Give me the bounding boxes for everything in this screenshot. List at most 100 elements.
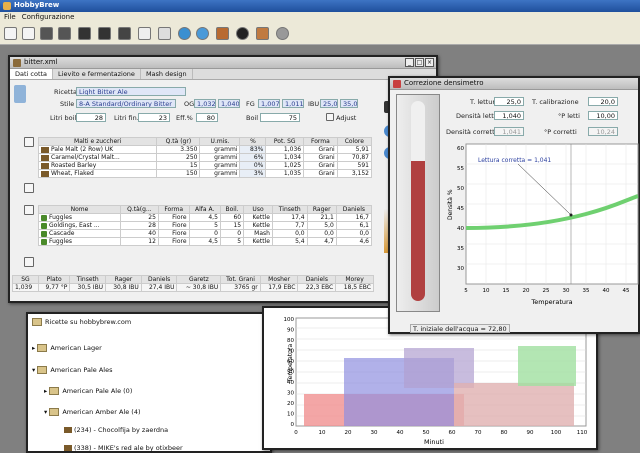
table-cell: Goldings, East ... xyxy=(38,221,121,230)
column-header[interactable]: Tot. Grani xyxy=(220,275,261,284)
table-row[interactable]: 1,039 9,77 °P 30,5 IBU 30,8 IBU 27,4 IBU ~ 30… xyxy=(12,283,374,292)
chart-icon[interactable] xyxy=(138,27,151,40)
dens-read-field[interactable]: 1,040 xyxy=(494,111,524,120)
column-header[interactable]: Nome xyxy=(38,205,121,214)
maximize-button[interactable]: □ xyxy=(415,58,424,67)
column-header[interactable]: Boil. xyxy=(219,205,245,214)
column-header[interactable]: Uso xyxy=(243,205,273,214)
kettle-icon[interactable] xyxy=(118,27,131,40)
hydro-xlabel: Temperatura xyxy=(530,298,572,306)
p-read-field[interactable]: 10,00 xyxy=(588,111,618,120)
table-cell: 12 xyxy=(119,237,159,246)
table-cell: 70,87 xyxy=(336,153,373,162)
table-row[interactable]: Pale Malt (2 Row) UK 3.350 grammi 83% 1,036 G… xyxy=(37,145,373,154)
grain-icon[interactable] xyxy=(216,27,229,40)
tree-item[interactable]: ▾ American Amber Ale (4) xyxy=(44,408,141,416)
column-header[interactable]: Rager xyxy=(306,205,337,214)
column-header[interactable]: Malti e zuccheri xyxy=(37,137,158,146)
tab-brew-data[interactable]: Dati cotta xyxy=(10,69,54,79)
app-title: HobbyBrew xyxy=(14,1,60,9)
column-header[interactable]: Daniels xyxy=(297,275,337,284)
column-header[interactable]: Tinseth xyxy=(271,205,308,214)
efficiency-label: Eff.% xyxy=(176,114,193,122)
liter-boil-field[interactable]: 28 xyxy=(76,113,106,122)
table-row[interactable]: Fuggles 25 Fiore 4,5 60 Kettle 17,4 21,1 16,7 xyxy=(38,213,373,222)
tree-item[interactable]: (234) - Chocolfija by zaerdna xyxy=(64,426,168,434)
boil-field[interactable]: 75 xyxy=(260,113,300,122)
column-header[interactable]: % xyxy=(239,137,267,146)
minimize-button[interactable]: _ xyxy=(405,58,414,67)
column-header[interactable]: Mosher xyxy=(259,275,299,284)
column-header[interactable]: Forma xyxy=(303,137,338,146)
delete-malt-icon[interactable] xyxy=(24,183,34,193)
t-cal-field[interactable]: 20,0 xyxy=(588,97,618,106)
table-cell: 4,5 xyxy=(188,213,221,222)
column-header[interactable]: Daniels xyxy=(140,275,178,284)
add-hop-button[interactable] xyxy=(24,205,34,215)
table-row[interactable]: Cascade 40 Fiore 0 0 Mash 0,0 0,0 0,0 xyxy=(38,229,373,238)
help-icon[interactable] xyxy=(276,27,289,40)
summary-table: SG Plato Tinseth Rager Daniels Garetz Tot. Gra… xyxy=(12,275,374,292)
table-cell: 21,1 xyxy=(306,213,337,222)
p-read-label: °P letti xyxy=(558,112,580,120)
recipe-label: Ricetta xyxy=(54,88,77,96)
tree-item[interactable]: ▾ American Pale Ales xyxy=(32,366,112,374)
style-field[interactable]: 8-A Standard/Ordinary Bitter xyxy=(76,99,176,108)
globe-icon[interactable] xyxy=(196,27,209,40)
t-read-field[interactable]: 25,0 xyxy=(494,97,524,106)
tab-yeast[interactable]: Lievito e fermentazione xyxy=(53,69,141,79)
print-icon[interactable] xyxy=(78,27,91,40)
column-header[interactable]: Colore xyxy=(336,137,373,146)
column-header[interactable]: Q.tà (gr) xyxy=(156,137,201,146)
table-row[interactable]: Caramel/Crystal Malt... 250 grammi 6% 1,034 G… xyxy=(37,153,373,162)
column-header[interactable]: Rager xyxy=(105,275,142,284)
column-header[interactable]: Tinseth xyxy=(69,275,107,284)
table-row[interactable]: Goldings, East ... 28 Fiore 5 15 Kettle 7,7 5,0… xyxy=(38,221,373,230)
menu-file[interactable]: File xyxy=(4,13,16,21)
delete-hop-icon[interactable] xyxy=(24,257,34,267)
og-label: OG xyxy=(184,100,195,108)
save-icon[interactable] xyxy=(40,27,53,40)
hydrometer-window-title: Correzione densimetro xyxy=(390,78,638,90)
table-row[interactable]: Wheat, Flaked 150 grammi 3% 1,035 Grani 3,152 xyxy=(37,169,373,178)
liters-field[interactable]: 23 xyxy=(138,113,170,122)
search-icon[interactable] xyxy=(178,27,191,40)
malt-table[interactable]: Malti e zuccheri Q.tà (gr) U.mis.% Pot. SG F… xyxy=(37,137,373,178)
column-header[interactable]: SG xyxy=(12,275,39,284)
table-row[interactable]: Fuggles 12 Fiore 4,5 5 Kettle 5,4 4,7 4,6 xyxy=(38,237,373,246)
efficiency-field[interactable]: 80 xyxy=(196,113,218,122)
column-header[interactable]: Plato xyxy=(37,275,71,284)
adjust-checkbox[interactable] xyxy=(326,113,334,121)
column-header[interactable]: Garetz xyxy=(176,275,222,284)
tree-item[interactable]: ▸ American Lager xyxy=(32,344,102,352)
table-cell: 17,4 xyxy=(271,213,308,222)
column-header[interactable]: Morey xyxy=(335,275,374,284)
table-row[interactable]: Roasted Barley 15 grammi 0% 1,025 Grani 591 xyxy=(37,161,373,170)
p-corr-label: °P corretti xyxy=(544,128,577,136)
column-header[interactable]: Daniels xyxy=(335,205,373,214)
tick-label: 20 xyxy=(287,401,294,407)
column-header[interactable]: U.mis. xyxy=(199,137,241,146)
hop-table[interactable]: Nome Q.tà(g... Forma Alfa A. Boil. Uso Tinseth… xyxy=(38,205,373,246)
bomb-icon[interactable] xyxy=(236,27,249,40)
column-header[interactable]: Q.tà(g... xyxy=(119,205,159,214)
column-header[interactable]: Alfa A. xyxy=(188,205,221,214)
fermenter-icon[interactable] xyxy=(98,27,111,40)
recipe-name-field[interactable]: Light Bitter Ale xyxy=(76,87,186,96)
tab-mash[interactable]: Mash design xyxy=(141,69,193,79)
table-cell: grammi xyxy=(199,145,241,154)
open-icon[interactable] xyxy=(22,27,35,40)
calc-icon[interactable] xyxy=(158,27,171,40)
table-cell: 15 xyxy=(219,221,245,230)
tree-root[interactable]: Ricette su hobbybrew.com xyxy=(32,318,131,326)
column-header[interactable]: Pot. SG xyxy=(265,137,305,146)
column-header[interactable]: Forma xyxy=(157,205,190,214)
close-button[interactable]: × xyxy=(425,58,434,67)
barrel-icon[interactable] xyxy=(256,27,269,40)
new-icon[interactable] xyxy=(4,27,17,40)
save-as-icon[interactable] xyxy=(58,27,71,40)
add-malt-button[interactable] xyxy=(24,137,34,147)
tree-item[interactable]: (338) - MIKE's red ale by otixbeer xyxy=(64,444,183,452)
tree-item[interactable]: ▸ American Pale Ale (0) xyxy=(44,387,132,395)
menu-config[interactable]: Configurazione xyxy=(22,13,75,21)
